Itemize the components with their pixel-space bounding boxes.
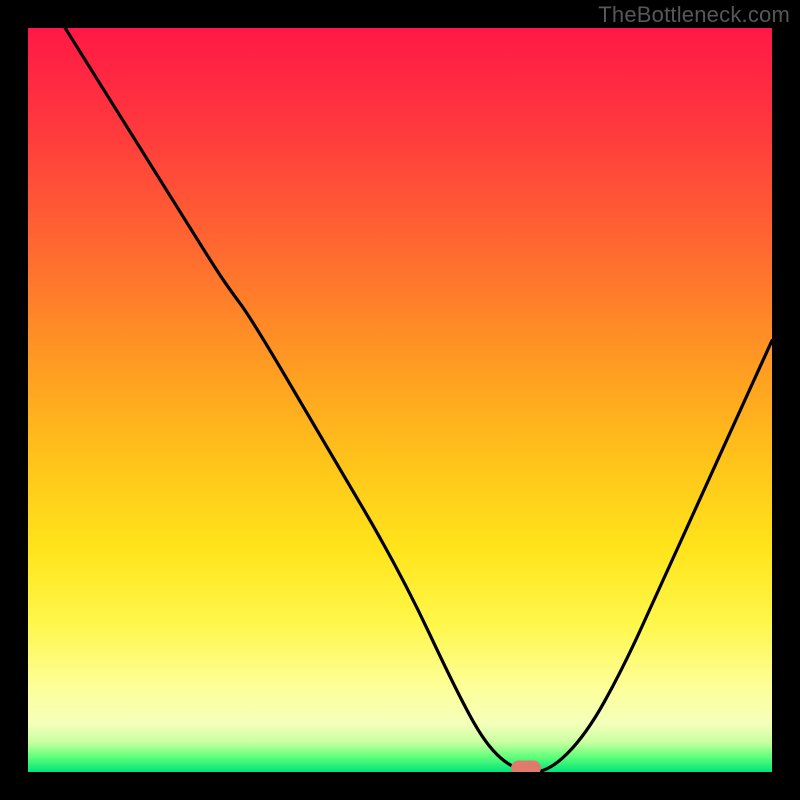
- bottleneck-curve: [28, 28, 772, 772]
- plot-area: [28, 28, 772, 772]
- curve-path: [65, 28, 772, 772]
- chart-frame: TheBottleneck.com: [0, 0, 800, 800]
- watermark-text: TheBottleneck.com: [598, 2, 790, 28]
- optimum-marker: [511, 761, 541, 773]
